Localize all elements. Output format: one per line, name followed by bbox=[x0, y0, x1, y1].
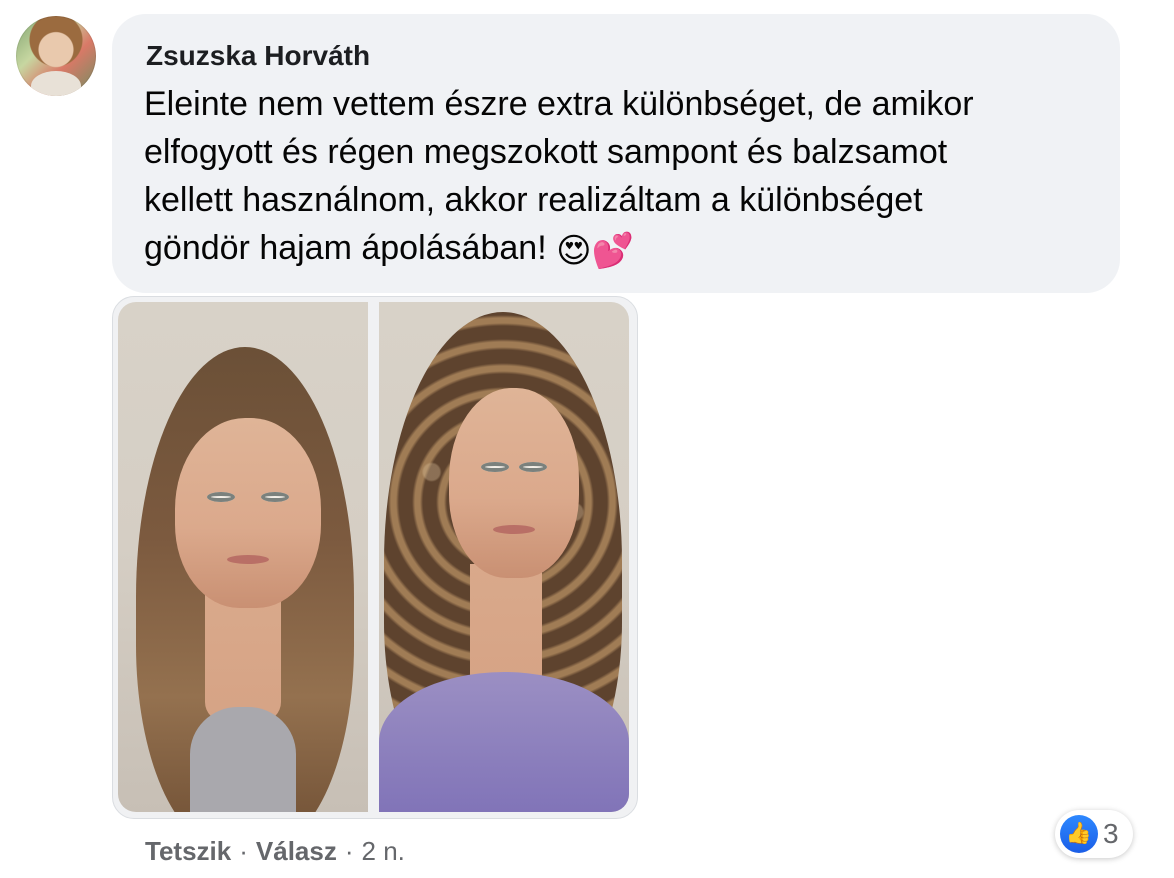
eye-icon bbox=[481, 462, 509, 472]
separator-dot: · bbox=[344, 836, 354, 866]
separator-dot: · bbox=[239, 836, 248, 866]
like-action-button[interactable]: Tetszik bbox=[145, 836, 231, 866]
comment-actions: Tetszik · Válasz · 2 n. bbox=[145, 834, 405, 868]
mouth-icon bbox=[227, 555, 269, 564]
mouth-icon bbox=[493, 525, 535, 534]
after-photo[interactable] bbox=[379, 302, 629, 812]
comment-screen: Zsuzska Horváth Eleinte nem vettem észre… bbox=[0, 0, 1174, 878]
eye-icon bbox=[261, 492, 289, 502]
like-icon: 👍 bbox=[1060, 815, 1098, 853]
reply-action-button[interactable]: Válasz bbox=[256, 836, 337, 866]
eye-icon bbox=[519, 462, 547, 472]
face-shape bbox=[175, 418, 321, 608]
purple-shirt-shape bbox=[379, 672, 629, 812]
before-photo[interactable] bbox=[118, 302, 368, 812]
comment-time[interactable]: 2 n. bbox=[362, 836, 405, 866]
heart-eyes-emoji-icon: 😍💕 bbox=[556, 232, 634, 270]
comment-author[interactable]: Zsuzska Horváth bbox=[146, 39, 370, 73]
comment-photo-attachment[interactable] bbox=[112, 296, 638, 819]
author-avatar[interactable] bbox=[16, 16, 96, 96]
comment-body: Eleinte nem vettem észre extra különbség… bbox=[144, 80, 1084, 272]
comment-bubble: Zsuzska Horváth Eleinte nem vettem észre… bbox=[112, 14, 1120, 293]
face-shape bbox=[449, 388, 579, 578]
reaction-count: 3 bbox=[1103, 818, 1119, 849]
gray-shirt-shape bbox=[190, 707, 296, 812]
reaction-summary-button[interactable]: 👍 3 bbox=[1055, 810, 1133, 858]
eye-icon bbox=[207, 492, 235, 502]
neck-shape bbox=[205, 592, 281, 722]
